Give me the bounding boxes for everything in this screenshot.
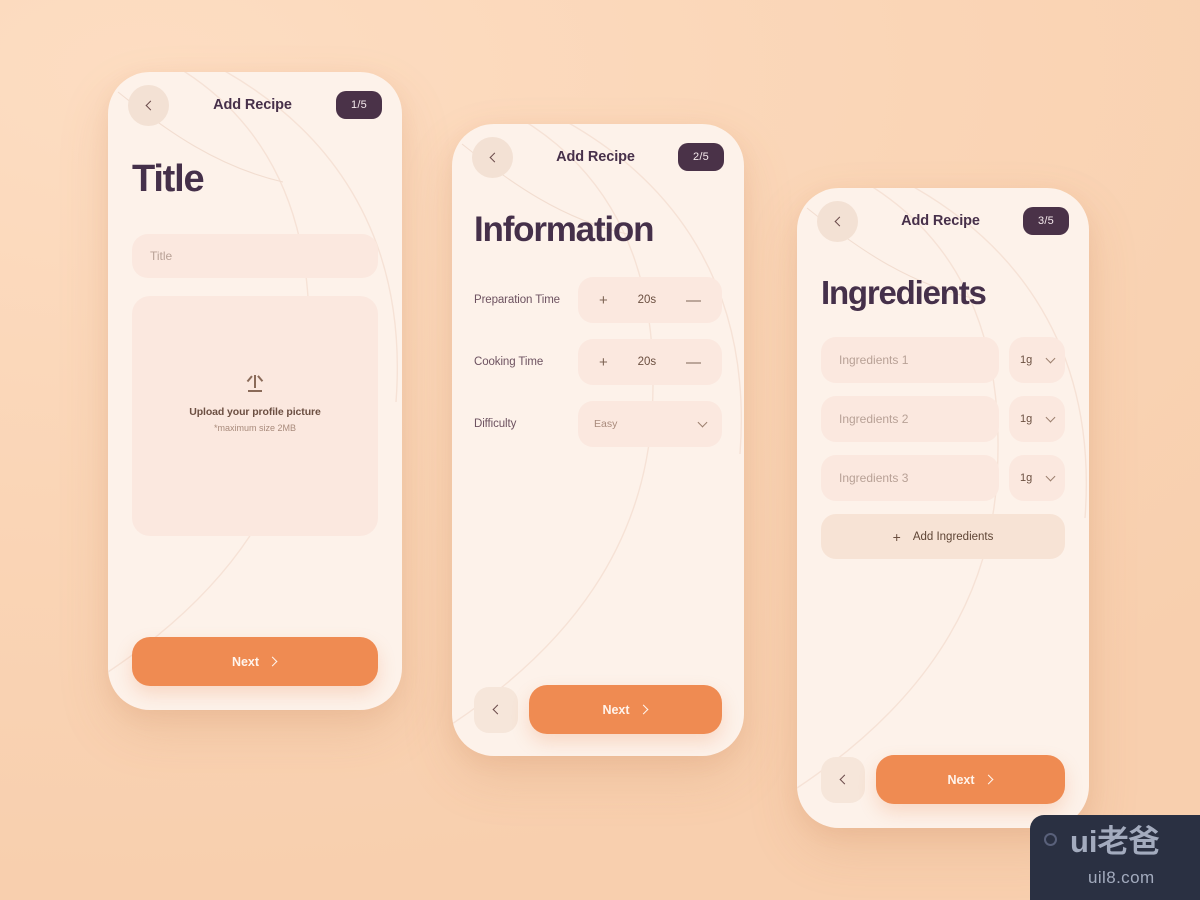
title-input-placeholder: Title <box>150 249 173 263</box>
page-header-title: Add Recipe <box>213 97 292 113</box>
stepper-value: 20s <box>637 356 657 368</box>
page-title: Information <box>474 210 654 249</box>
decrement-button[interactable]: — <box>686 355 701 370</box>
unit-value: 1g <box>1020 413 1033 425</box>
ingredient-placeholder: Ingredients 1 <box>839 353 909 367</box>
chevron-left-icon <box>834 216 844 226</box>
title-input[interactable]: Title <box>132 234 378 278</box>
plus-icon: + <box>892 528 901 545</box>
upload-primary-text: Upload your profile picture <box>189 406 321 418</box>
ingredient-row: Ingredients 3 1g <box>821 455 1065 501</box>
chevron-left-icon <box>839 774 850 785</box>
unit-value: 1g <box>1020 472 1033 484</box>
phone-screen-2: Add Recipe 2/5 Information Preparation T… <box>452 124 744 756</box>
back-button-footer[interactable] <box>821 756 865 803</box>
difficulty-select[interactable]: Easy <box>578 401 722 447</box>
ingredient-unit-select-1[interactable]: 1g <box>1009 337 1065 383</box>
upload-dropzone[interactable]: Upload your profile picture *maximum siz… <box>132 296 378 536</box>
ingredient-row: Ingredients 1 1g <box>821 337 1065 383</box>
ingredient-input-1[interactable]: Ingredients 1 <box>821 337 999 383</box>
add-ingredients-button[interactable]: + Add Ingredients <box>821 514 1065 559</box>
back-button[interactable] <box>472 136 513 178</box>
watermark-logo-text: ui老爸 <box>1070 824 1160 859</box>
chevron-right-icon <box>267 656 278 667</box>
step-badge: 3/5 <box>1022 207 1069 235</box>
ingredient-unit-select-2[interactable]: 1g <box>1009 396 1065 442</box>
row-preparation-time: Preparation Time + 20s — <box>474 277 722 323</box>
ingredient-input-3[interactable]: Ingredients 3 <box>821 455 999 501</box>
ingredient-placeholder: Ingredients 2 <box>839 412 909 426</box>
phone-screen-1: Add Recipe 1/5 Title Title Upload your p… <box>108 72 402 710</box>
next-button-label: Next <box>602 702 630 717</box>
chevron-left-icon <box>489 152 499 162</box>
increment-button[interactable]: + <box>599 293 608 308</box>
ingredient-row: Ingredients 2 1g <box>821 396 1065 442</box>
phone-screen-3: Add Recipe 3/5 Ingredients Ingredients 1… <box>797 188 1089 828</box>
page-title: Ingredients <box>821 274 987 311</box>
chevron-right-icon <box>983 774 993 785</box>
next-button[interactable]: Next <box>529 685 722 734</box>
row-label: Cooking Time <box>474 356 544 368</box>
preparation-time-stepper[interactable]: + 20s — <box>578 277 722 323</box>
back-button[interactable] <box>817 200 858 242</box>
chevron-down-icon <box>1045 353 1056 364</box>
chevron-down-icon <box>1045 412 1056 423</box>
row-cooking-time: Cooking Time + 20s — <box>474 339 722 385</box>
increment-button[interactable]: + <box>599 355 608 370</box>
page-title: Title <box>132 158 205 200</box>
stepper-value: 20s <box>637 294 657 306</box>
watermark-badge: ui老爸 uil8.com <box>1030 815 1200 900</box>
header-1: Add Recipe 1/5 <box>108 72 402 138</box>
step-badge: 1/5 <box>335 91 382 119</box>
watermark-url: uil8.com <box>1088 868 1155 887</box>
row-difficulty: Difficulty Easy <box>474 401 722 447</box>
header-2: Add Recipe 2/5 <box>452 124 744 190</box>
next-button-label: Next <box>947 772 975 787</box>
row-label: Difficulty <box>474 418 517 430</box>
ingredient-placeholder: Ingredients 3 <box>839 471 909 485</box>
step-badge: 2/5 <box>677 143 724 171</box>
next-button[interactable]: Next <box>132 637 378 686</box>
page-header-title: Add Recipe <box>901 213 980 229</box>
ingredient-unit-select-3[interactable]: 1g <box>1009 455 1065 501</box>
next-button[interactable]: Next <box>876 755 1065 804</box>
difficulty-value: Easy <box>594 418 618 430</box>
header-3: Add Recipe 3/5 <box>797 188 1089 254</box>
page-header-title: Add Recipe <box>556 149 635 165</box>
ingredient-input-2[interactable]: Ingredients 2 <box>821 396 999 442</box>
decrement-button[interactable]: — <box>686 293 701 308</box>
circle-icon <box>1044 833 1057 846</box>
unit-value: 1g <box>1020 354 1033 366</box>
upload-size-hint: *maximum size 2MB <box>213 423 296 433</box>
chevron-left-icon <box>145 100 155 110</box>
chevron-down-icon <box>697 417 708 428</box>
back-button-footer[interactable] <box>474 686 518 733</box>
add-ingredients-label: Add Ingredients <box>912 530 994 543</box>
next-button-label: Next <box>231 654 260 669</box>
chevron-left-icon <box>492 704 503 715</box>
chevron-down-icon <box>1045 471 1056 482</box>
canvas-background: Add Recipe 1/5 Title Title Upload your p… <box>0 0 1200 900</box>
chevron-right-icon <box>638 704 648 715</box>
cooking-time-stepper[interactable]: + 20s — <box>578 339 722 385</box>
row-label: Preparation Time <box>474 294 560 306</box>
upload-arrow-icon <box>246 374 264 392</box>
back-button[interactable] <box>128 84 169 126</box>
